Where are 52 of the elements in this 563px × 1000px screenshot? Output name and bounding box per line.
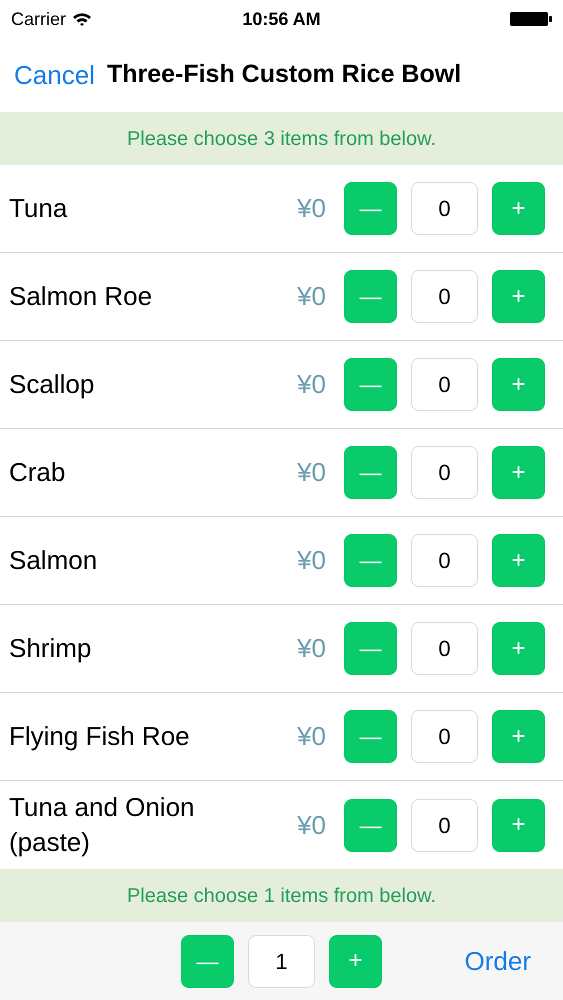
nav-title: Three-Fish Custom Rice Bowl	[106, 59, 462, 90]
quantity-field[interactable]: 0	[411, 534, 478, 587]
item-name: Crab	[9, 456, 66, 489]
increment-button[interactable]: +	[329, 934, 382, 988]
quantity-field[interactable]: 0	[411, 710, 478, 763]
item-name: Salmon	[9, 544, 98, 577]
item-price: ¥0	[297, 368, 326, 401]
increment-button[interactable]: +	[492, 358, 545, 411]
increment-button[interactable]: +	[492, 446, 545, 499]
quantity-field[interactable]: 0	[411, 182, 478, 235]
battery-icon	[510, 11, 552, 27]
clock-time: 10:56 AM	[242, 8, 321, 30]
quantity-field[interactable]: 0	[411, 358, 478, 411]
wifi-icon	[72, 12, 92, 26]
increment-button[interactable]: +	[492, 270, 545, 323]
quantity-field[interactable]: 0	[411, 446, 478, 499]
quantity-field[interactable]: 0	[411, 270, 478, 323]
item-price: ¥0	[297, 280, 326, 313]
item-price: ¥0	[297, 456, 326, 489]
item-name: Salmon Roe	[9, 280, 154, 313]
decrement-button[interactable]: —	[344, 182, 397, 235]
increment-button[interactable]: +	[492, 798, 545, 852]
instruction-banner: Please choose 3 items from below.	[0, 112, 563, 165]
increment-button[interactable]: +	[492, 534, 545, 587]
instruction-banner: Please choose 1 items from below.	[0, 869, 563, 922]
item-name: Scallop	[9, 368, 96, 401]
decrement-button[interactable]: —	[181, 934, 234, 988]
item-price: ¥0	[297, 720, 326, 753]
item-name: Flying Fish Roe	[9, 720, 191, 753]
decrement-button[interactable]: —	[344, 798, 397, 852]
increment-button[interactable]: +	[492, 710, 545, 763]
item-name: Tuna	[9, 192, 68, 225]
increment-button[interactable]: +	[492, 182, 545, 235]
item-name: Tuna and Onion (paste)	[9, 791, 196, 859]
item-price: ¥0	[297, 632, 326, 665]
decrement-button[interactable]: —	[344, 446, 397, 499]
item-price: ¥0	[297, 192, 326, 225]
quantity-field[interactable]: 0	[411, 622, 478, 675]
decrement-button[interactable]: —	[344, 534, 397, 587]
carrier-name: Carrier	[11, 8, 66, 30]
quantity-field[interactable]: 0	[411, 798, 478, 852]
decrement-button[interactable]: —	[344, 622, 397, 675]
decrement-button[interactable]: —	[344, 358, 397, 411]
order-button[interactable]: Order	[464, 942, 531, 980]
quantity-field[interactable]: 1	[248, 934, 315, 988]
decrement-button[interactable]: —	[344, 270, 397, 323]
item-name: Shrimp	[9, 632, 92, 665]
decrement-button[interactable]: —	[344, 710, 397, 763]
item-price: ¥0	[297, 544, 326, 577]
item-price: ¥0	[297, 808, 326, 842]
increment-button[interactable]: +	[492, 622, 545, 675]
cancel-button[interactable]: Cancel	[14, 56, 95, 94]
